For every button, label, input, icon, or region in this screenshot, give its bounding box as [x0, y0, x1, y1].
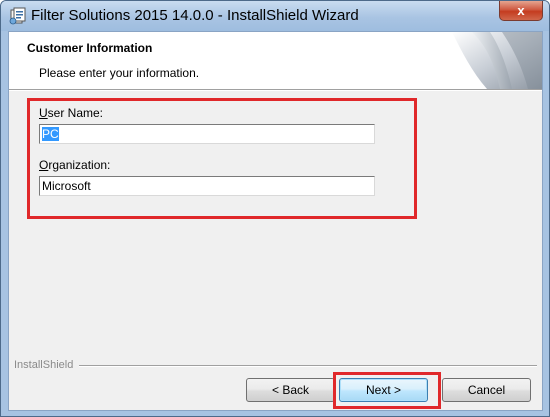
highlight-box-fields	[27, 98, 417, 219]
close-button[interactable]: x	[499, 1, 543, 21]
installer-window: Filter Solutions 2015 14.0.0 - InstallSh…	[0, 0, 550, 417]
wizard-client-area: Customer Information Please enter your i…	[8, 31, 543, 411]
wizard-header: Customer Information Please enter your i…	[9, 32, 542, 89]
title-bar[interactable]: Filter Solutions 2015 14.0.0 - InstallSh…	[1, 1, 549, 31]
page-title: Customer Information	[27, 41, 153, 55]
installer-icon	[9, 7, 26, 25]
cancel-button[interactable]: Cancel	[442, 378, 531, 402]
header-divider	[9, 89, 542, 91]
installshield-brand: InstallShield	[14, 359, 74, 371]
close-icon: x	[517, 3, 525, 18]
highlight-box-next	[333, 372, 441, 409]
window-title: Filter Solutions 2015 14.0.0 - InstallSh…	[31, 7, 359, 24]
back-button[interactable]: < Back	[246, 378, 335, 402]
curled-page-graphic	[452, 32, 542, 89]
footer-divider	[79, 365, 537, 367]
page-subtitle: Please enter your information.	[39, 66, 200, 80]
